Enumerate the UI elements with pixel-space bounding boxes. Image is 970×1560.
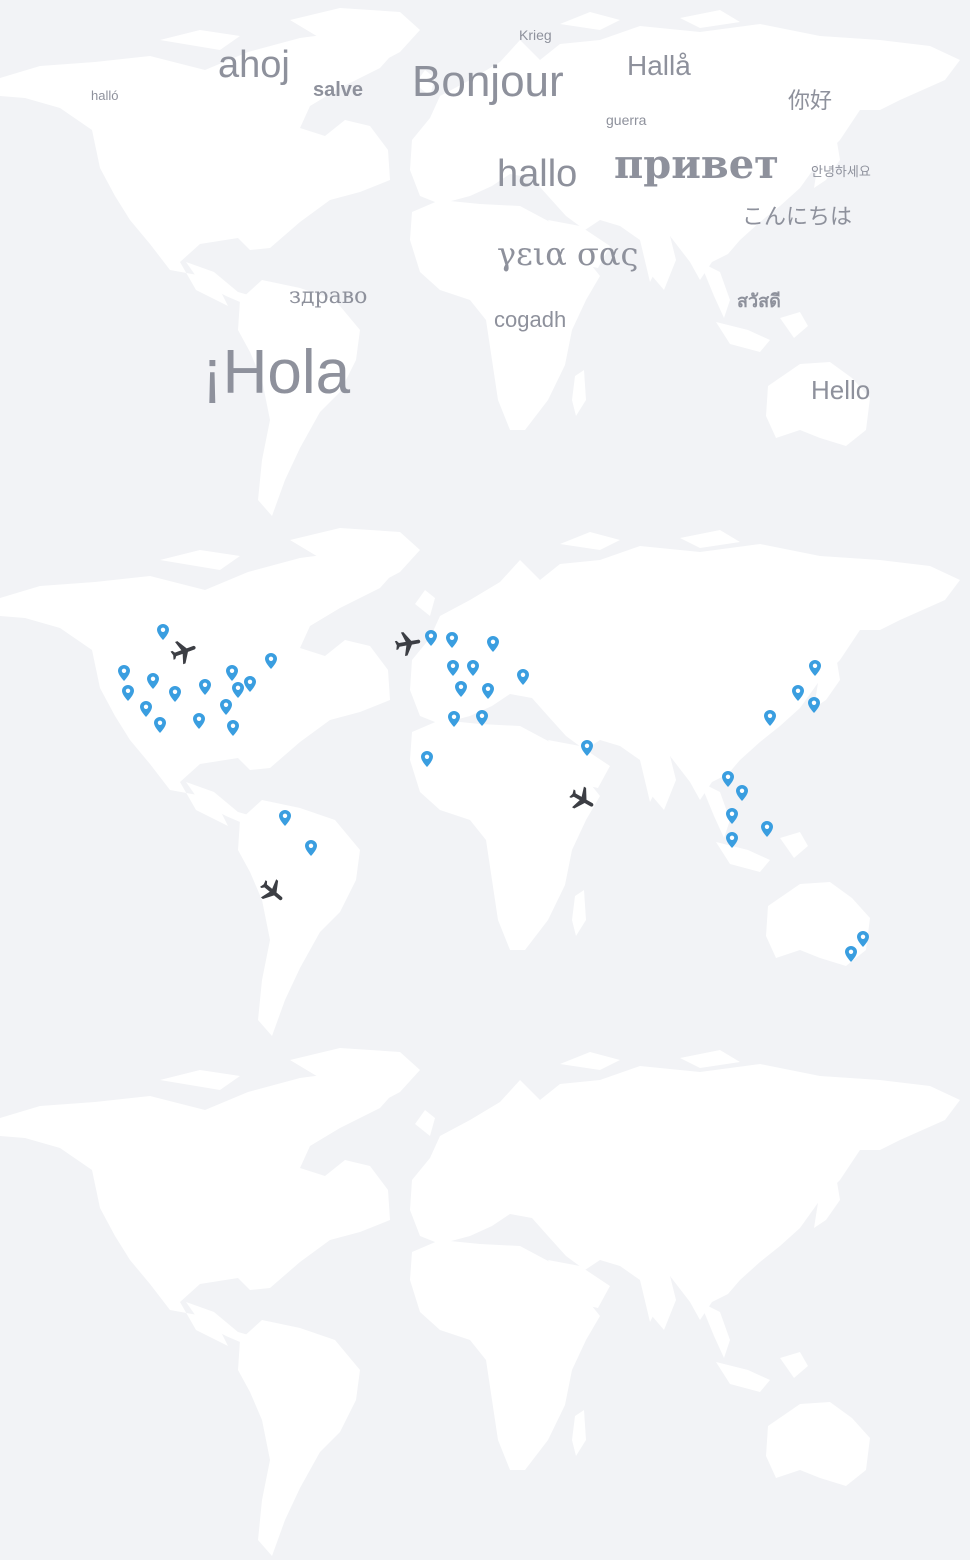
map-pin-icon[interactable] (726, 808, 738, 824)
map-pin-icon[interactable] (226, 665, 238, 681)
greeting-word: ¡Hola (202, 338, 351, 407)
map-pin-icon[interactable] (140, 701, 152, 717)
greeting-word: здраво (289, 284, 368, 309)
map-pin-icon[interactable] (448, 711, 460, 727)
map-pin-icon[interactable] (726, 832, 738, 848)
greeting-word: Hello (811, 375, 871, 405)
map-pin-icon[interactable] (446, 632, 458, 648)
greeting-word: cogadh (494, 307, 567, 332)
map-pin-icon[interactable] (761, 821, 773, 837)
greeting-word: สวัสดี (737, 291, 781, 312)
map-pin-icon[interactable] (482, 683, 494, 699)
map-pin-icon[interactable] (809, 660, 821, 676)
greeting-word: halló (91, 88, 119, 103)
locations-world-map (0, 520, 970, 1040)
world-map-landmass (0, 528, 960, 1036)
map-pin-icon[interactable] (227, 720, 239, 736)
greeting-word: 你好 (788, 89, 833, 114)
greeting-word: salve (313, 79, 364, 101)
map-pin-icon[interactable] (220, 699, 232, 715)
greeting-word: привет (614, 141, 779, 188)
map-pin-icon[interactable] (425, 630, 437, 646)
map-pin-icon[interactable] (305, 840, 317, 856)
greeting-word: 안녕하세요 (811, 165, 871, 180)
map-pin-icon[interactable] (476, 710, 488, 726)
map-pin-icon[interactable] (199, 679, 211, 695)
map-pin-icon[interactable] (244, 676, 256, 692)
map-pin-icon[interactable] (792, 685, 804, 701)
map-pin-icon[interactable] (279, 810, 291, 826)
map-pin-icon[interactable] (447, 660, 459, 676)
greeting-word: guerra (606, 112, 647, 128)
map-pin-icon[interactable] (157, 624, 169, 640)
map-pin-icon[interactable] (736, 785, 748, 801)
greeting-word: γεια σας (497, 235, 639, 273)
greeting-word: hallo (497, 153, 578, 195)
map-pin-icon[interactable] (193, 713, 205, 729)
map-pin-icon[interactable] (147, 673, 159, 689)
greeting-word: Krieg (519, 27, 552, 43)
greeting-word: こんにちは (742, 205, 853, 230)
airplane-icon (394, 632, 421, 656)
map-pin-icon[interactable] (467, 660, 479, 676)
greeting-word: ahoj (218, 44, 290, 86)
map-pin-icon[interactable] (764, 710, 776, 726)
map-pin-icon[interactable] (517, 669, 529, 685)
blank-world-map (0, 1040, 970, 1560)
world-map-landmass (0, 1048, 960, 1556)
map-pin-icon[interactable] (845, 946, 857, 962)
map-pin-icon[interactable] (118, 665, 130, 681)
map-pin-icon[interactable] (487, 636, 499, 652)
map-pin-icon[interactable] (169, 686, 181, 702)
greeting-word: Hallå (627, 50, 691, 81)
greeting-word: Bonjour (412, 57, 564, 106)
map-pin-icon[interactable] (581, 740, 593, 756)
map-pin-icon[interactable] (421, 751, 433, 767)
map-pin-icon[interactable] (808, 697, 820, 713)
map-pin-icon[interactable] (857, 931, 869, 947)
map-pin-icon[interactable] (232, 682, 244, 698)
greetings-world-map: ahoj salve Bonjour Krieg Hallå halló 你好 … (0, 0, 970, 520)
map-pin-icon[interactable] (265, 653, 277, 669)
map-pin-icon[interactable] (122, 685, 134, 701)
map-pin-icon[interactable] (154, 717, 166, 733)
map-pin-icon[interactable] (722, 771, 734, 787)
map-pin-icon[interactable] (455, 681, 467, 697)
